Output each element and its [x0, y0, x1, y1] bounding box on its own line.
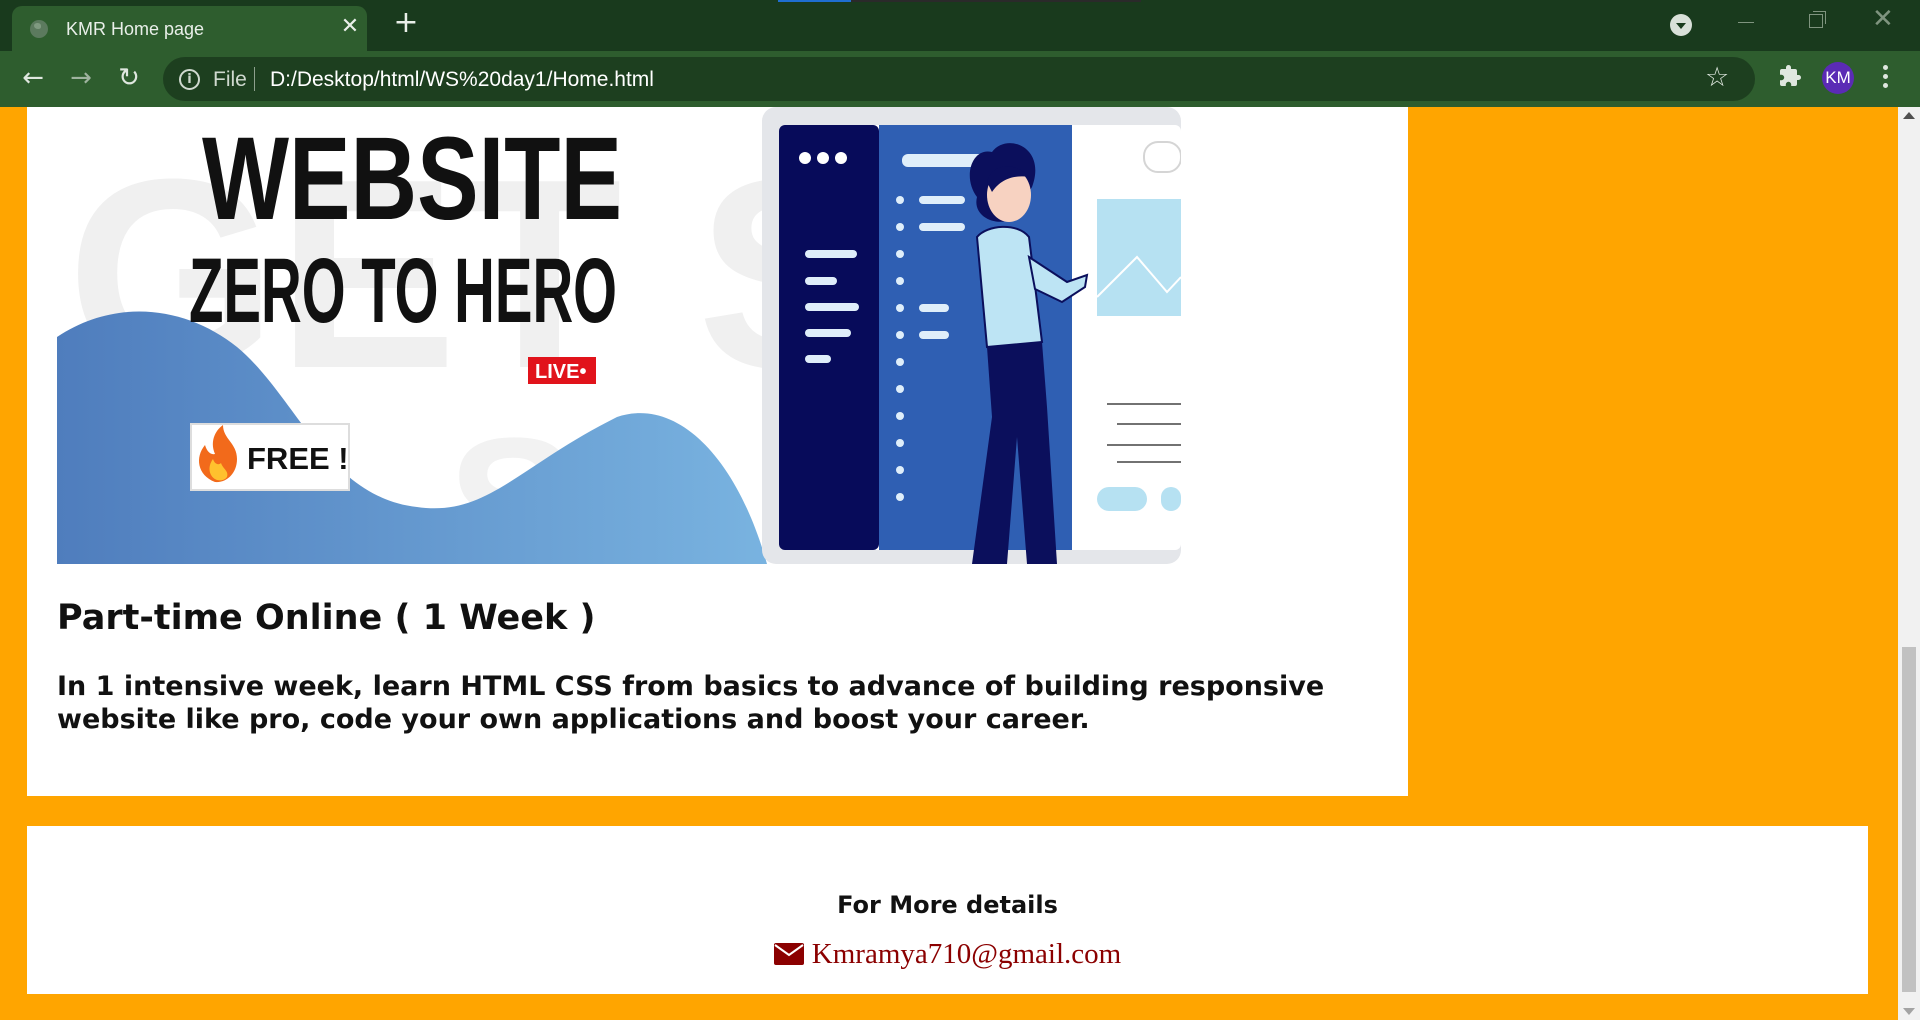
contact-email-row: Kmramya710@gmail.com	[27, 938, 1868, 971]
tab-strip: KMR Home page ✕ + ✕	[0, 0, 1920, 51]
address-bar[interactable]: i File D:/Desktop/html/WS%20day1/Home.ht…	[163, 57, 1755, 101]
address-divider	[254, 67, 255, 91]
envelope-icon	[773, 943, 804, 965]
tab-title: KMR Home page	[66, 19, 205, 39]
tab-strip-accent-dark	[851, 0, 1141, 2]
banner-heading-website: WEBSITE	[202, 113, 622, 245]
scroll-down-arrow-icon[interactable]	[1903, 1008, 1915, 1015]
star-icon[interactable]: ☆	[1705, 63, 1729, 93]
course-card: GET STA ST WEBSITE ZERO TO HERO LIVE• FR…	[27, 107, 1408, 796]
banner-heading-zero-to-hero: ZERO TO HERO	[189, 240, 617, 342]
reload-icon[interactable]: ↻	[114, 63, 144, 93]
url-text[interactable]: D:/Desktop/html/WS%20day1/Home.html	[270, 68, 654, 92]
url-scheme-label: File	[213, 68, 247, 91]
minimize-icon[interactable]	[1738, 22, 1754, 23]
scroll-up-arrow-icon[interactable]	[1903, 112, 1915, 119]
footer-heading: For More details	[837, 891, 1058, 919]
profile-avatar[interactable]: KM	[1822, 62, 1854, 94]
tab-strip-accent	[778, 0, 851, 2]
globe-icon	[30, 20, 48, 38]
contact-email-link[interactable]: Kmramya710@gmail.com	[812, 938, 1121, 970]
window-close-icon[interactable]: ✕	[1872, 6, 1894, 32]
contact-footer: For More details Kmramya710@gmail.com	[27, 826, 1868, 994]
restore-icon[interactable]	[1809, 11, 1826, 28]
info-icon[interactable]: i	[179, 69, 200, 90]
course-title: Part-time Online ( 1 Week )	[57, 598, 596, 638]
tab-search-icon[interactable]	[1670, 14, 1692, 36]
browser-toolbar: ← → ↻ i File D:/Desktop/html/WS%20day1/H…	[0, 51, 1920, 107]
page-viewport: GET STA ST WEBSITE ZERO TO HERO LIVE• FR…	[0, 107, 1898, 1020]
free-badge-text: FREE !	[247, 441, 349, 476]
active-tab[interactable]: KMR Home page ✕	[12, 6, 367, 51]
live-badge-text: LIVE•	[535, 361, 586, 383]
scrollbar-thumb[interactable]	[1902, 647, 1916, 992]
tab-close-icon[interactable]: ✕	[338, 15, 362, 39]
course-description: In 1 intensive week, learn HTML CSS from…	[57, 671, 1325, 735]
course-banner-image: GET STA ST WEBSITE ZERO TO HERO LIVE• FR…	[57, 107, 1181, 564]
forward-arrow-icon[interactable]: →	[66, 63, 96, 93]
puzzle-icon[interactable]	[1778, 64, 1802, 88]
vertical-scrollbar[interactable]	[1898, 107, 1920, 1020]
new-tab-plus-icon[interactable]: +	[392, 8, 420, 38]
back-arrow-icon[interactable]: ←	[18, 63, 48, 93]
kebab-menu-icon[interactable]	[1880, 62, 1890, 94]
